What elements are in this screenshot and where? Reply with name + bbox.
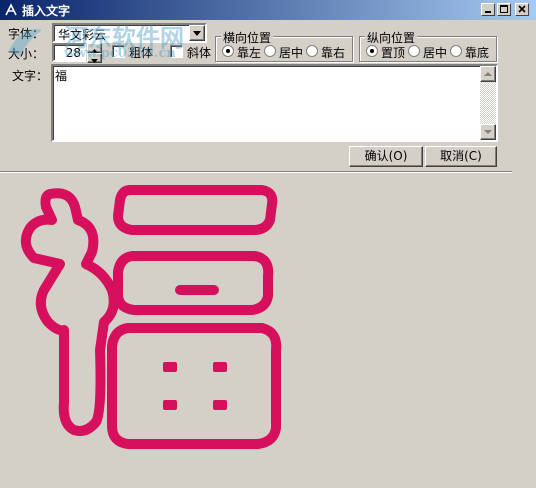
close-button[interactable]: [515, 3, 529, 16]
vertical-top-radio[interactable]: [366, 45, 378, 57]
vertical-bottom-radio[interactable]: [450, 45, 462, 57]
font-select-value: 华文彩云: [58, 28, 107, 42]
close-icon: [518, 5, 526, 13]
preview-canvas: [20, 185, 282, 449]
text-input[interactable]: 福: [51, 64, 498, 142]
font-select[interactable]: 华文彩云: [52, 23, 207, 43]
cancel-button-label: 取消(C): [440, 149, 482, 163]
font-dropdown-button[interactable]: [189, 25, 205, 41]
text-label: 文字：: [12, 69, 49, 83]
horizontal-left-label: 靠左: [237, 46, 262, 60]
watermark-logo-icon: [8, 28, 42, 56]
arrow-down-icon: [484, 130, 492, 134]
scroll-up-button[interactable]: [480, 66, 496, 82]
app-a-icon: [5, 3, 17, 16]
maximize-button[interactable]: [497, 3, 511, 16]
scroll-down-button[interactable]: [480, 124, 496, 140]
horizontal-center-radio[interactable]: [264, 45, 276, 57]
bold-label: 粗体: [129, 46, 154, 60]
italic-label: 斜体: [187, 46, 212, 60]
vertical-scrollbar[interactable]: [480, 66, 496, 140]
horizontal-left-radio[interactable]: [222, 45, 234, 57]
vertical-top-label: 置顶: [381, 46, 406, 60]
size-value: 28: [65, 46, 81, 60]
horizontal-center-label: 居中: [279, 46, 304, 60]
vertical-bottom-label: 靠底: [465, 46, 490, 60]
window-title: 插入文字: [22, 4, 71, 18]
arrow-up-icon: [484, 72, 492, 76]
bold-checkbox[interactable]: [112, 45, 125, 58]
size-up-button[interactable]: [87, 43, 102, 53]
italic-checkbox[interactable]: [170, 45, 183, 58]
horizontal-right-label: 靠右: [321, 46, 346, 60]
cancel-button[interactable]: 取消(C): [425, 146, 497, 167]
size-down-button[interactable]: [87, 53, 102, 63]
horizontal-right-radio[interactable]: [306, 45, 318, 57]
minimize-button[interactable]: [481, 3, 495, 16]
title-bar[interactable]: 插入文字: [0, 0, 536, 20]
vertical-center-radio[interactable]: [408, 45, 420, 57]
maximize-icon: [500, 5, 508, 13]
vertical-center-label: 居中: [423, 46, 448, 60]
minimize-icon: [485, 11, 491, 13]
preview-field-dots: [163, 362, 227, 410]
size-input[interactable]: 28: [52, 43, 86, 62]
text-input-value: 福: [55, 69, 68, 83]
ok-button[interactable]: 确认(O): [349, 146, 423, 167]
preview-character: [20, 185, 282, 449]
chevron-down-icon: [193, 31, 201, 36]
ok-button-label: 确认(O): [364, 149, 408, 163]
